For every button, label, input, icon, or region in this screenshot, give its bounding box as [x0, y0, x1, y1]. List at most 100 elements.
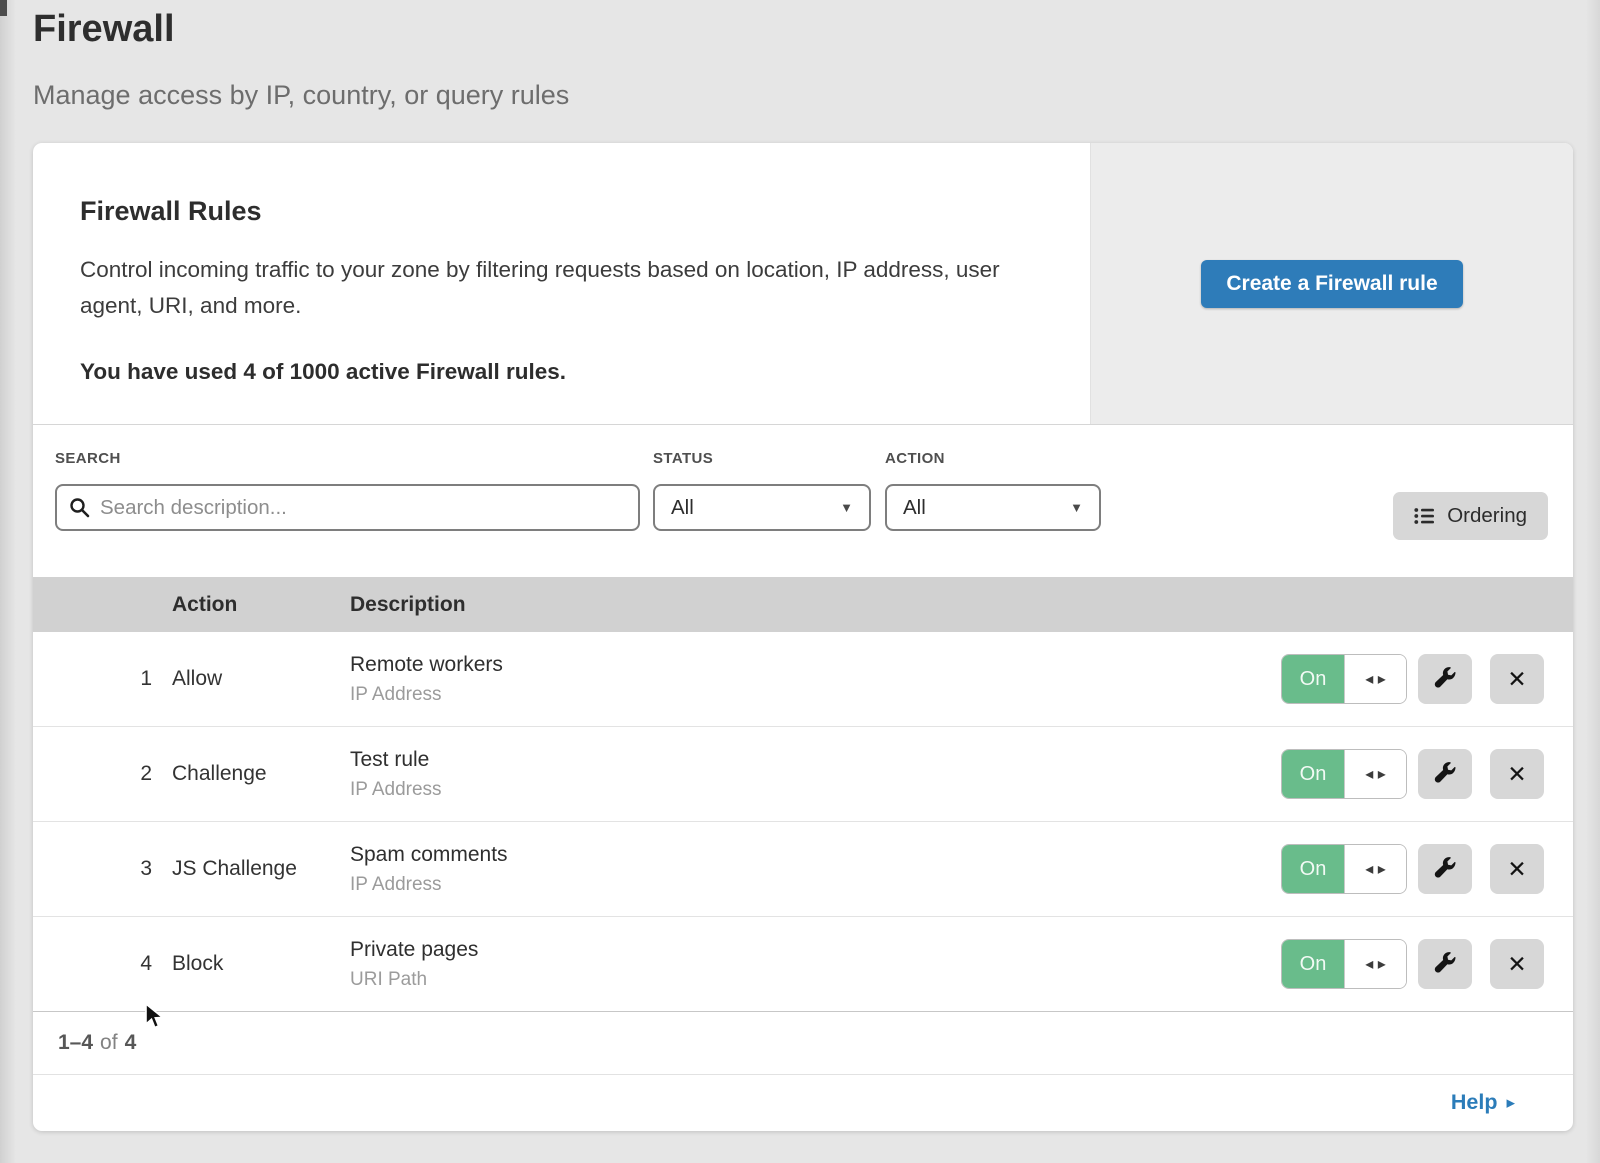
toggle-on-label: On [1282, 845, 1344, 893]
search-filter: SEARCH [55, 450, 640, 531]
left-right-arrows-icon: ◂ ▸ [1365, 859, 1386, 879]
wrench-icon [1432, 856, 1458, 882]
intro-section: Firewall Rules Control incoming traffic … [33, 143, 1573, 425]
rule-action: Block [172, 952, 350, 976]
status-selected-value: All [671, 496, 694, 520]
usage-summary: You have used 4 of 1000 active Firewall … [80, 359, 1050, 385]
section-heading: Firewall Rules [80, 196, 1050, 227]
rule-action: Challenge [172, 762, 350, 786]
pagination-total: 4 [125, 1031, 137, 1055]
description-column-header: Description [350, 593, 1573, 617]
toggle-handle[interactable]: ◂ ▸ [1344, 655, 1406, 703]
rule-priority: 4 [33, 952, 172, 976]
table-row: 2 Challenge Test rule IP Address On ◂ ▸ … [33, 727, 1573, 822]
ordering-list-icon [1414, 507, 1436, 525]
filter-bar: SEARCH STATUS All ▼ ACTION [33, 425, 1573, 577]
intro-text-block: Firewall Rules Control incoming traffic … [33, 143, 1090, 424]
rule-description: Private pages [350, 938, 1281, 962]
rule-controls: On ◂ ▸ ✕ [1281, 939, 1573, 989]
action-label: ACTION [885, 450, 1101, 467]
card-footer: Help ▸ [33, 1074, 1573, 1129]
rule-controls: On ◂ ▸ ✕ [1281, 654, 1573, 704]
pagination-range: 1–4 [58, 1031, 93, 1055]
chevron-down-icon: ▼ [1070, 500, 1083, 515]
close-icon: ✕ [1507, 856, 1526, 883]
delete-rule-button[interactable]: ✕ [1490, 749, 1544, 799]
pagination-bar: 1–4 of 4 [33, 1012, 1573, 1074]
wrench-icon [1432, 951, 1458, 977]
edit-rule-button[interactable] [1418, 749, 1472, 799]
help-link[interactable]: Help ▸ [1451, 1090, 1515, 1115]
search-icon [69, 497, 90, 518]
rule-description-cell: Remote workers IP Address [350, 653, 1281, 706]
search-input[interactable] [100, 496, 626, 520]
page-title: Firewall [33, 8, 175, 51]
ordering-button-label: Ordering [1447, 504, 1527, 528]
firewall-rules-card: Firewall Rules Control incoming traffic … [33, 143, 1573, 1131]
left-right-arrows-icon: ◂ ▸ [1365, 669, 1386, 689]
rule-match-type: IP Address [350, 779, 1281, 801]
rule-priority: 1 [33, 667, 172, 691]
toggle-handle[interactable]: ◂ ▸ [1344, 750, 1406, 798]
rule-action: Allow [172, 667, 350, 691]
edit-rule-button[interactable] [1418, 939, 1472, 989]
action-select[interactable]: All ▼ [885, 484, 1101, 531]
status-select[interactable]: All ▼ [653, 484, 871, 531]
page-subtitle: Manage access by IP, country, or query r… [33, 80, 569, 111]
status-label: STATUS [653, 450, 871, 467]
chevron-down-icon: ▼ [840, 500, 853, 515]
action-column-header: Action [172, 593, 350, 617]
toggle-on-label: On [1282, 655, 1344, 703]
rule-description-cell: Private pages URI Path [350, 938, 1281, 991]
table-row: 4 Block Private pages URI Path On ◂ ▸ ✕ [33, 917, 1573, 1012]
toggle-handle[interactable]: ◂ ▸ [1344, 845, 1406, 893]
toggle-on-label: On [1282, 940, 1344, 988]
pagination-of-label: of [100, 1031, 118, 1055]
rule-match-type: IP Address [350, 874, 1281, 896]
rule-description-cell: Spam comments IP Address [350, 843, 1281, 896]
table-header: Action Description [33, 577, 1573, 632]
rule-priority: 2 [33, 762, 172, 786]
triangle-right-icon: ▸ [1506, 1091, 1515, 1113]
firewall-page: Firewall Manage access by IP, country, o… [0, 0, 1600, 1163]
toggle-on-label: On [1282, 750, 1344, 798]
rule-enabled-toggle[interactable]: On ◂ ▸ [1281, 654, 1407, 704]
search-box[interactable] [55, 484, 640, 531]
rule-description-cell: Test rule IP Address [350, 748, 1281, 801]
rule-description: Spam comments [350, 843, 1281, 867]
rule-priority: 3 [33, 857, 172, 881]
action-filter: ACTION All ▼ [885, 450, 1101, 531]
delete-rule-button[interactable]: ✕ [1490, 844, 1544, 894]
status-filter: STATUS All ▼ [653, 450, 871, 531]
delete-rule-button[interactable]: ✕ [1490, 939, 1544, 989]
close-icon: ✕ [1507, 666, 1526, 693]
table-row: 3 JS Challenge Spam comments IP Address … [33, 822, 1573, 917]
rule-enabled-toggle[interactable]: On ◂ ▸ [1281, 749, 1407, 799]
action-selected-value: All [903, 496, 926, 520]
rule-description: Test rule [350, 748, 1281, 772]
edit-rule-button[interactable] [1418, 654, 1472, 704]
create-rule-panel: Create a Firewall rule [1090, 143, 1573, 424]
table-row: 1 Allow Remote workers IP Address On ◂ ▸… [33, 632, 1573, 727]
wrench-icon [1432, 761, 1458, 787]
section-description: Control incoming traffic to your zone by… [80, 252, 1030, 324]
left-right-arrows-icon: ◂ ▸ [1365, 954, 1386, 974]
edit-rule-button[interactable] [1418, 844, 1472, 894]
help-link-label: Help [1451, 1090, 1498, 1115]
close-icon: ✕ [1507, 761, 1526, 788]
ordering-button[interactable]: Ordering [1393, 492, 1548, 540]
wrench-icon [1432, 666, 1458, 692]
rule-match-type: IP Address [350, 684, 1281, 706]
close-icon: ✕ [1507, 951, 1526, 978]
create-firewall-rule-button[interactable]: Create a Firewall rule [1201, 260, 1462, 308]
rule-action: JS Challenge [172, 857, 350, 881]
rule-match-type: URI Path [350, 969, 1281, 991]
window-edge-artifact [0, 0, 7, 16]
rule-controls: On ◂ ▸ ✕ [1281, 844, 1573, 894]
rule-enabled-toggle[interactable]: On ◂ ▸ [1281, 939, 1407, 989]
delete-rule-button[interactable]: ✕ [1490, 654, 1544, 704]
rule-enabled-toggle[interactable]: On ◂ ▸ [1281, 844, 1407, 894]
left-right-arrows-icon: ◂ ▸ [1365, 764, 1386, 784]
rule-description: Remote workers [350, 653, 1281, 677]
toggle-handle[interactable]: ◂ ▸ [1344, 940, 1406, 988]
